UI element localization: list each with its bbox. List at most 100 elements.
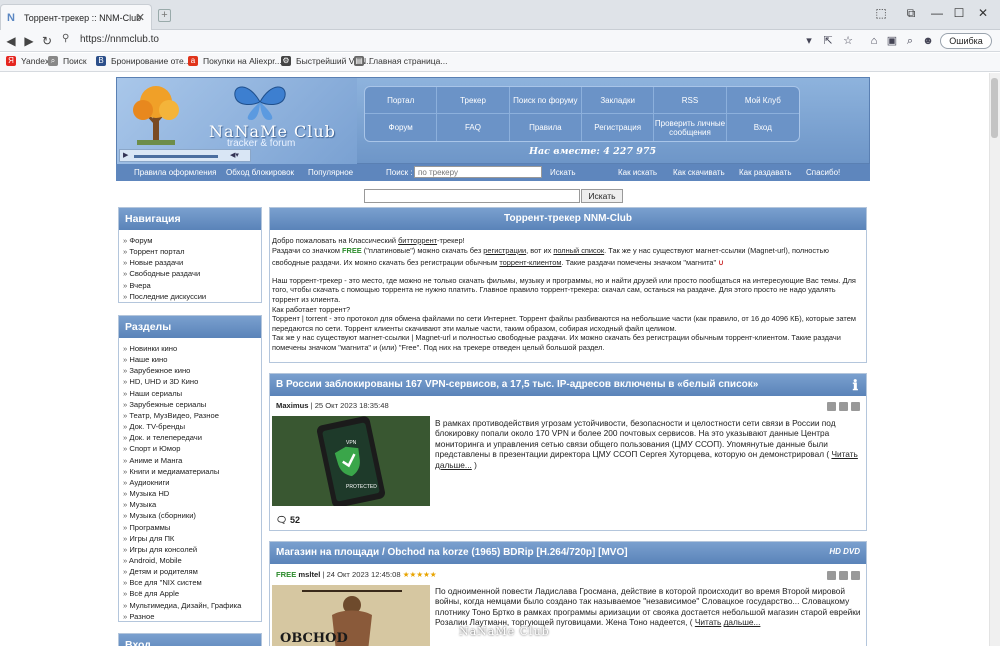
section-item[interactable]: Программы bbox=[123, 522, 257, 533]
menu-bookmarks[interactable]: Закладки bbox=[582, 87, 655, 114]
link-popular[interactable]: Популярное bbox=[308, 168, 353, 177]
bookmark-aliexpress[interactable]: a Покупки на Aliexpr... bbox=[188, 56, 282, 66]
menu-rules[interactable]: Правила bbox=[510, 114, 582, 141]
navigation-item[interactable]: Торрент портал bbox=[123, 246, 257, 257]
share-icon[interactable]: ⇱ bbox=[820, 32, 836, 50]
menu-registration[interactable]: Регистрация bbox=[582, 114, 655, 141]
bookmark-home[interactable]: ▤ Главная страница... bbox=[354, 56, 447, 66]
section-item[interactable]: Музыка bbox=[123, 499, 257, 510]
collections-icon[interactable]: ⬚ bbox=[870, 3, 892, 23]
section-item[interactable]: Музыка (сборники) bbox=[123, 510, 257, 521]
back-icon[interactable]: ◀ bbox=[3, 32, 19, 50]
news-author[interactable]: Maximus bbox=[276, 401, 309, 410]
navigation-item[interactable]: Форум bbox=[123, 235, 257, 246]
read-more-link-cont[interactable]: дальше... bbox=[724, 617, 761, 627]
volume-icon[interactable]: ◀▾ bbox=[230, 151, 239, 159]
twitter-icon[interactable] bbox=[827, 402, 836, 411]
section-item[interactable]: Наши сериалы bbox=[123, 388, 257, 399]
browser-tab[interactable]: N Торрент-трекер :: NNM-Club ✕ bbox=[0, 4, 152, 30]
bookmark-yandex[interactable]: Я Yandex bbox=[6, 56, 49, 66]
navigation-item[interactable]: Новые раздачи bbox=[123, 257, 257, 268]
section-item[interactable]: Док. TV-бренды bbox=[123, 421, 257, 432]
section-item[interactable]: Спорт и Юмор bbox=[123, 443, 257, 454]
section-item[interactable]: Мультимедиа, Дизайн, Графика bbox=[123, 600, 257, 611]
close-window-button[interactable]: ✕ bbox=[972, 3, 994, 23]
play-icon[interactable]: ▶ bbox=[123, 151, 128, 159]
menu-faq[interactable]: FAQ bbox=[437, 114, 510, 141]
link-bittorrent[interactable]: битторрент bbox=[398, 236, 437, 245]
reload-icon[interactable]: ↻ bbox=[39, 32, 55, 50]
dropdown-icon[interactable]: ▾ bbox=[801, 32, 817, 50]
section-item[interactable]: Все для "NIX систем bbox=[123, 577, 257, 588]
twitter-icon[interactable] bbox=[827, 571, 836, 580]
menu-check-messages[interactable]: Проверить личные сообщения bbox=[654, 114, 727, 141]
subnav-search-button[interactable]: Искать bbox=[550, 168, 576, 177]
section-item[interactable]: Зарубежное кино bbox=[123, 365, 257, 376]
section-item[interactable]: Игры для ПК bbox=[123, 533, 257, 544]
new-tab-button[interactable]: + bbox=[158, 9, 171, 22]
player-progress[interactable] bbox=[134, 155, 218, 158]
bookmark-star-icon[interactable]: ☆ bbox=[840, 32, 856, 50]
main-search-input[interactable] bbox=[364, 189, 580, 203]
link-torrent-client[interactable]: торрент-клиентом bbox=[499, 258, 561, 267]
link-how-to-seed[interactable]: Как раздавать bbox=[739, 168, 792, 177]
link-formatting-rules[interactable]: Правила оформления bbox=[134, 168, 216, 177]
link-how-to-search[interactable]: Как искать bbox=[618, 168, 657, 177]
bookmark-search[interactable]: ⌕ Поиск bbox=[48, 56, 87, 66]
logo-area[interactable]: NaNaMe Club tracker & forum ▶ ◀▾ bbox=[117, 78, 357, 164]
link-full-list[interactable]: полный список bbox=[553, 246, 604, 255]
restore-icon[interactable]: ⧉ bbox=[900, 3, 922, 23]
comments-count[interactable]: 🗨 52 bbox=[276, 515, 300, 526]
tab-close-icon[interactable]: ✕ bbox=[136, 11, 145, 24]
facebook-icon[interactable] bbox=[839, 402, 848, 411]
main-search-button[interactable]: Искать bbox=[581, 189, 623, 203]
menu-forum-search[interactable]: Поиск по форуму bbox=[509, 87, 582, 114]
site-info-icon[interactable]: ⚲ bbox=[62, 33, 69, 44]
home-icon[interactable]: ⌂ bbox=[866, 32, 882, 50]
read-more-link[interactable]: Читать bbox=[695, 617, 721, 627]
section-item[interactable]: Разное bbox=[123, 611, 257, 622]
section-item[interactable]: Наше кино bbox=[123, 354, 257, 365]
news-title[interactable]: В России заблокированы 167 VPN-сервисов,… bbox=[270, 374, 866, 396]
news-author[interactable]: msltel bbox=[298, 570, 320, 579]
maximize-button[interactable]: ☐ bbox=[948, 3, 970, 23]
section-item[interactable]: Зарубежные сериалы bbox=[123, 399, 257, 410]
navigation-item[interactable]: Последние дискуссии bbox=[123, 291, 257, 302]
scrollbar-thumb[interactable] bbox=[991, 78, 998, 138]
navigation-item[interactable]: Вчера bbox=[123, 280, 257, 291]
link-registration[interactable]: регистрации bbox=[483, 246, 526, 255]
news-title[interactable]: Магазин на площади / Obchod na korze (19… bbox=[270, 542, 866, 564]
section-item[interactable]: Игры для консолей bbox=[123, 544, 257, 555]
link-bypass-blocks[interactable]: Обход блокировок bbox=[226, 168, 294, 177]
section-item[interactable]: Детям и родителям bbox=[123, 566, 257, 577]
section-item[interactable]: Док. и телепередачи bbox=[123, 432, 257, 443]
extension-icon[interactable]: ▣ bbox=[884, 32, 900, 50]
section-item[interactable]: Android, Mobile bbox=[123, 555, 257, 566]
menu-rss[interactable]: RSS bbox=[654, 87, 727, 114]
error-button[interactable]: Ошибка bbox=[940, 33, 992, 49]
tracker-search-input[interactable] bbox=[414, 166, 542, 178]
menu-forum[interactable]: Форум bbox=[365, 114, 438, 141]
menu-portal[interactable]: Портал bbox=[365, 87, 438, 114]
section-item[interactable]: Музыка HD bbox=[123, 488, 257, 499]
vk-icon[interactable] bbox=[851, 571, 860, 580]
forward-icon[interactable]: ▶ bbox=[21, 32, 37, 50]
section-item[interactable]: Аудиокниги bbox=[123, 477, 257, 488]
navigation-item[interactable]: Свободные раздачи bbox=[123, 268, 257, 279]
url-field[interactable]: https://nnmclub.to bbox=[80, 34, 159, 45]
section-item[interactable]: HD, UHD и 3D Кино bbox=[123, 376, 257, 387]
bookmark-booking[interactable]: B Бронирование оте... bbox=[96, 56, 191, 66]
link-thanks[interactable]: Спасибо! bbox=[806, 168, 840, 177]
minimize-button[interactable]: — bbox=[926, 3, 948, 23]
facebook-icon[interactable] bbox=[839, 571, 848, 580]
section-item[interactable]: Всё для Apple bbox=[123, 588, 257, 599]
menu-my-club[interactable]: Мой Клуб bbox=[726, 87, 799, 114]
profile-icon[interactable]: ☻ bbox=[920, 32, 936, 50]
vk-icon[interactable] bbox=[851, 402, 860, 411]
page-scrollbar[interactable] bbox=[989, 73, 1000, 646]
section-item[interactable]: Театр, МузВидео, Разное bbox=[123, 410, 257, 421]
section-item[interactable]: Аниме и Манга bbox=[123, 455, 257, 466]
menu-tracker[interactable]: Трекер bbox=[437, 87, 510, 114]
section-item[interactable]: Новинки кино bbox=[123, 343, 257, 354]
section-item[interactable]: Книги и медиаматериалы bbox=[123, 466, 257, 477]
